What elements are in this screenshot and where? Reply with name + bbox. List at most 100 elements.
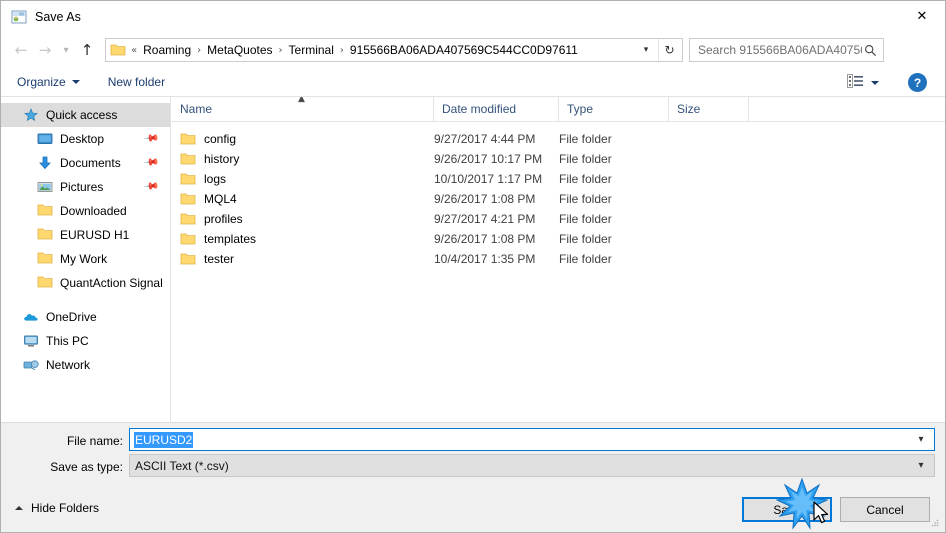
sidebar-item-downloaded[interactable]: Downloaded bbox=[1, 199, 170, 223]
sidebar-item-onedrive[interactable]: OneDrive bbox=[1, 305, 170, 329]
resize-grip-icon[interactable] bbox=[929, 517, 941, 529]
organize-button[interactable]: Organize bbox=[17, 75, 80, 89]
view-options-button[interactable] bbox=[847, 74, 879, 91]
file-date-cell: 9/26/2017 10:17 PM bbox=[434, 152, 543, 166]
command-toolbar: Organize New folder ? bbox=[1, 68, 945, 97]
chevron-down-icon[interactable]: ▾ bbox=[912, 429, 930, 450]
chevron-down-icon[interactable]: ▾ bbox=[636, 39, 656, 61]
sidebar-item-label: QuantAction Signal bbox=[60, 276, 163, 290]
view-layout-icon bbox=[847, 74, 864, 91]
folder-icon bbox=[37, 275, 53, 291]
arrow-right-icon[interactable]: → bbox=[33, 38, 57, 62]
file-name-input[interactable]: EURUSD2 ▾ bbox=[129, 428, 935, 451]
breadcrumb-overflow[interactable]: « bbox=[128, 45, 140, 56]
file-list[interactable]: Name Date modified Type Size ▲ config 9/… bbox=[172, 97, 945, 422]
table-row[interactable]: config 9/27/2017 4:44 PM File folder bbox=[172, 129, 945, 149]
breadcrumb-item-roaming[interactable]: Roaming bbox=[140, 43, 194, 57]
close-icon[interactable]: ✕ bbox=[899, 1, 945, 31]
column-headers: Name Date modified Type Size ▲ bbox=[172, 97, 945, 122]
address-bar-breadcrumb[interactable]: « Roaming › MetaQuotes › Terminal › 9155… bbox=[105, 38, 683, 62]
column-header-date-modified[interactable]: Date modified bbox=[434, 97, 559, 122]
table-row[interactable]: profiles 9/27/2017 4:21 PM File folder bbox=[172, 209, 945, 229]
sidebar-item-eurusd-h1[interactable]: EURUSD H1 bbox=[1, 223, 170, 247]
breadcrumb-item-guid[interactable]: 915566BA06ADA407569C544CC0D97611 bbox=[347, 43, 581, 57]
file-name-cell: profiles bbox=[172, 212, 434, 226]
file-date-cell: 10/10/2017 1:17 PM bbox=[434, 172, 543, 186]
search-icon[interactable] bbox=[862, 42, 878, 58]
cancel-button[interactable]: Cancel bbox=[840, 497, 930, 522]
arrow-left-icon[interactable]: ← bbox=[9, 38, 33, 62]
column-header-type[interactable]: Type bbox=[559, 97, 669, 122]
chevron-down-icon[interactable]: ▾ bbox=[912, 455, 930, 476]
file-name-label: tester bbox=[204, 252, 235, 266]
folder-icon bbox=[180, 192, 196, 206]
save-as-dialog: Save As ✕ ← → ▾ ↑ « Roaming › MetaQuotes… bbox=[0, 0, 946, 533]
network-icon bbox=[23, 357, 39, 373]
file-type-cell: File folder bbox=[559, 132, 612, 146]
sidebar-item-label: Quick access bbox=[46, 108, 118, 122]
save-as-type-select[interactable]: ASCII Text (*.csv) ▾ bbox=[129, 454, 935, 477]
table-row[interactable]: tester 10/4/2017 1:35 PM File folder bbox=[172, 249, 945, 269]
save-as-type-value: ASCII Text (*.csv) bbox=[135, 458, 229, 473]
table-row[interactable]: MQL4 9/26/2017 1:08 PM File folder bbox=[172, 189, 945, 209]
navigation-sidebar[interactable]: Quick access Desktop 📌 Documents 📌 Pictu… bbox=[1, 97, 171, 422]
file-name-cell: logs bbox=[172, 172, 434, 186]
sidebar-item-desktop[interactable]: Desktop 📌 bbox=[1, 127, 170, 151]
sidebar-item-quantaction-signal[interactable]: QuantAction Signal bbox=[1, 271, 170, 295]
chevron-down-icon bbox=[871, 80, 879, 85]
file-date-cell: 9/27/2017 4:21 PM bbox=[434, 212, 536, 226]
breadcrumb-item-metaquotes[interactable]: MetaQuotes bbox=[204, 43, 275, 57]
file-date-cell: 9/26/2017 1:08 PM bbox=[434, 232, 536, 246]
sidebar-item-label: Desktop bbox=[60, 132, 105, 146]
file-name-cell: tester bbox=[172, 252, 434, 266]
sidebar-item-quick-access[interactable]: Quick access bbox=[1, 103, 170, 127]
column-header-size[interactable]: Size bbox=[669, 97, 749, 122]
sidebar-item-label: Network bbox=[46, 358, 91, 372]
sidebar-item-label: OneDrive bbox=[46, 310, 97, 324]
sidebar-item-network[interactable]: Network bbox=[1, 353, 170, 377]
sidebar-item-label: My Work bbox=[60, 252, 108, 266]
save-as-type-label: Save as type: bbox=[50, 460, 123, 474]
search-box[interactable] bbox=[689, 38, 884, 62]
breadcrumb-separator: › bbox=[339, 44, 344, 56]
table-row[interactable]: templates 9/26/2017 1:08 PM File folder bbox=[172, 229, 945, 249]
folder-icon bbox=[180, 252, 196, 266]
file-name-cell: MQL4 bbox=[172, 192, 434, 206]
desktop-icon bbox=[37, 131, 53, 147]
file-name-cell: history bbox=[172, 152, 434, 166]
help-button[interactable]: ? bbox=[908, 73, 927, 92]
breadcrumb-item-terminal[interactable]: Terminal bbox=[286, 43, 337, 57]
search-input[interactable] bbox=[696, 42, 864, 58]
sidebar-item-my-work[interactable]: My Work bbox=[1, 247, 170, 271]
documents-download-icon bbox=[37, 155, 53, 171]
file-name-cell: config bbox=[172, 132, 434, 146]
hide-folders-button[interactable]: Hide Folders bbox=[15, 501, 99, 515]
pin-icon[interactable]: 📌 bbox=[143, 131, 160, 147]
pin-icon[interactable]: 📌 bbox=[143, 155, 160, 171]
new-folder-button[interactable]: New folder bbox=[108, 75, 165, 89]
this-pc-icon bbox=[23, 333, 39, 349]
sidebar-item-documents[interactable]: Documents 📌 bbox=[1, 151, 170, 175]
file-type-cell: File folder bbox=[559, 192, 612, 206]
file-date-cell: 9/27/2017 4:44 PM bbox=[434, 132, 536, 146]
table-row[interactable]: logs 10/10/2017 1:17 PM File folder bbox=[172, 169, 945, 189]
sidebar-item-this-pc[interactable]: This PC bbox=[1, 329, 170, 353]
file-type-cell: File folder bbox=[559, 232, 612, 246]
folder-icon bbox=[37, 203, 53, 219]
folder-icon bbox=[180, 132, 196, 146]
chevron-up-icon bbox=[15, 506, 23, 510]
table-row[interactable]: history 9/26/2017 10:17 PM File folder bbox=[172, 149, 945, 169]
file-name-value: EURUSD2 bbox=[134, 431, 194, 448]
onedrive-cloud-icon bbox=[23, 309, 39, 325]
save-button[interactable]: Save bbox=[742, 497, 832, 522]
refresh-icon[interactable]: ↻ bbox=[658, 39, 680, 61]
pin-icon[interactable]: 📌 bbox=[143, 179, 160, 195]
sidebar-item-pictures[interactable]: Pictures 📌 bbox=[1, 175, 170, 199]
folder-icon bbox=[180, 172, 196, 186]
arrow-up-icon[interactable]: ↑ bbox=[75, 38, 99, 62]
breadcrumb-separator: › bbox=[278, 44, 283, 56]
file-date-cell: 10/4/2017 1:35 PM bbox=[434, 252, 536, 266]
save-form-pane: File name: EURUSD2 ▾ Save as type: ASCII… bbox=[1, 422, 945, 532]
chevron-down-icon[interactable]: ▾ bbox=[57, 38, 75, 62]
